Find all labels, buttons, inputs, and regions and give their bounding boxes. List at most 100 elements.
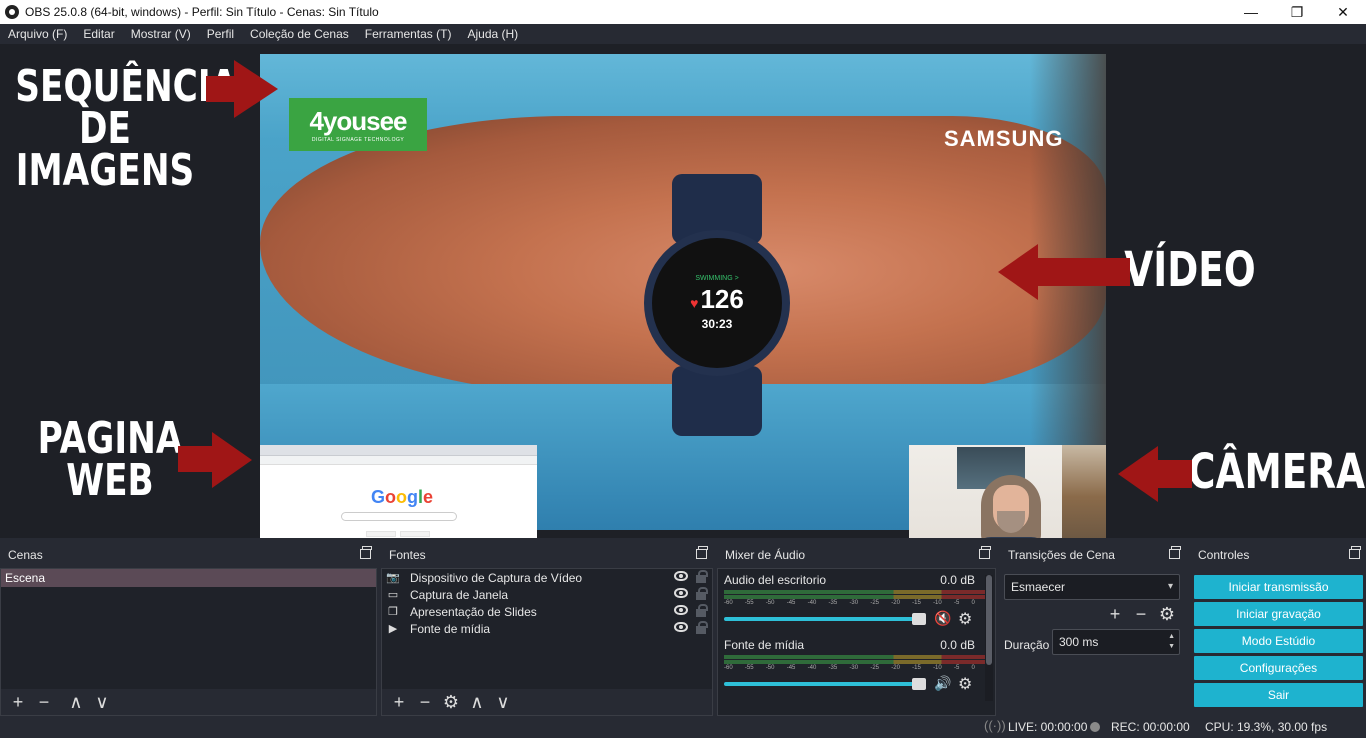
close-icon[interactable]: ✕ [1320,0,1366,24]
start-streaming-button[interactable]: Iniciar transmissão [1194,575,1363,599]
menu-mostrar[interactable]: Mostrar (V) [131,27,191,41]
controls-dock: Controles Iniciar transmissão Iniciar gr… [1190,542,1366,716]
slides-icon: ❐ [388,606,398,618]
menu-perfil[interactable]: Perfil [207,27,234,41]
smartwatch: SWIMMING > ♥126 30:23 [644,230,790,376]
channel-db: 0.0 dB [940,638,975,652]
mixer-title: Mixer de Áudio [725,548,806,562]
speaker-icon[interactable]: 🔊 [934,675,951,692]
menu-bar: Arquivo (F) Editar Mostrar (V) Perfil Co… [0,24,1366,44]
exit-button[interactable]: Sair [1194,683,1363,707]
remove-scene-icon[interactable]: − [31,692,57,713]
window-title: OBS 25.0.8 (64-bit, windows) - Perfil: S… [25,5,379,19]
sources-dock: Fontes 📷 Dispositivo de Captura de Vídeo… [381,542,713,716]
remove-source-icon[interactable]: − [412,692,438,713]
channel-db: 0.0 dB [940,573,975,587]
channel-name: Audio del escritorio [724,573,827,587]
menu-colecao-cenas[interactable]: Coleção de Cenas [250,27,349,41]
menu-arquivo[interactable]: Arquivo (F) [8,27,67,41]
status-bar: ((·)) LIVE: 00:00:00 REC: 00:00:00 CPU: … [0,716,1366,738]
duration-label: Duração [1004,638,1050,652]
annotation-images: SEQUÊNCIA DE IMAGENS [15,61,238,196]
cpu-status: CPU: 19.3%, 30.00 fps [1205,720,1328,734]
source-item[interactable]: ❐ Apresentação de Slides [382,603,712,620]
watch-heartrate: 126 [700,284,744,314]
google-search-box [341,512,457,521]
camera-icon: 📷 [386,572,400,584]
add-transition-icon[interactable]: + [1102,604,1128,625]
source-settings-gear-icon[interactable]: ⚙ [438,692,464,713]
duration-spinbox[interactable]: 300 ms ▲ ▼ [1052,629,1180,655]
transitions-title: Transições de Cena [1008,548,1115,562]
window-controls: — ❐ ✕ [1228,0,1366,24]
spin-arrows-icon[interactable]: ▲ ▼ [1168,632,1175,652]
volume-slider[interactable] [724,678,926,690]
sources-title: Fontes [389,548,426,562]
mixer-channel: Fonte de mídia 0.0 dB -60 -55 -50 -45 -40 -35-… [718,634,995,699]
title-bar: OBS 25.0.8 (64-bit, windows) - Perfil: S… [0,0,1366,24]
4yousee-logo: 4yousee DIGITAL SIGNAGE TECHNOLOGY [289,98,427,151]
muted-speaker-icon[interactable]: 🔇 [934,610,951,627]
settings-button[interactable]: Configurações [1194,656,1363,680]
float-dock-icon[interactable] [1349,546,1361,559]
add-source-icon[interactable]: + [386,692,412,713]
record-dot-icon [1090,722,1100,732]
visibility-eye-icon[interactable] [674,605,688,615]
controls-title: Controles [1198,548,1250,562]
annotation-video: VÍDEO [1124,242,1256,298]
lock-icon[interactable] [696,570,708,583]
move-down-icon[interactable]: ∨ [89,692,115,713]
float-dock-icon[interactable] [1169,546,1181,559]
visibility-eye-icon[interactable] [674,622,688,632]
lock-icon[interactable] [696,604,708,617]
watch-time: 30:23 [701,317,733,331]
float-dock-icon[interactable] [360,546,372,559]
source-item[interactable]: ▶ Fonte de mídia [382,620,712,637]
scene-item[interactable]: Escena [1,569,376,587]
annotation-web: PAGINA WEB [37,413,183,506]
watch-activity: SWIMMING > [695,275,739,282]
volume-slider[interactable] [724,613,926,625]
menu-editar[interactable]: Editar [83,27,114,41]
mixer-scrollbar[interactable] [985,575,993,701]
samsung-logo: SAMSUNG [944,126,1064,151]
menu-ajuda[interactable]: Ajuda (H) [467,27,518,41]
transition-settings-gear-icon[interactable]: ⚙ [1154,604,1180,625]
rec-status: REC: 00:00:00 [1111,720,1190,734]
volume-meter: -60 -55 -50 -45 -40 -35 -30 -25 -20 -15 -10 -5 0 [724,590,989,606]
play-icon: ▶ [388,623,398,635]
transitions-dock: Transições de Cena Esmaecer + − ⚙ Duraçã… [1000,542,1186,716]
channel-settings-gear-icon[interactable]: ⚙ [958,609,972,629]
lock-icon[interactable] [696,621,708,634]
channel-name: Fonte de mídia [724,638,805,652]
source-item[interactable]: ▭ Captura de Janela [382,586,712,603]
visibility-eye-icon[interactable] [674,571,688,581]
lock-icon[interactable] [696,587,708,600]
live-status: LIVE: 00:00:00 [1008,720,1088,734]
scenes-dock: Cenas Escena + − ∧ ∨ [0,542,377,716]
move-up-icon[interactable]: ∧ [63,692,89,713]
mixer-channel: Audio del escritorio 0.0 dB -60 -55 -50 -45-… [718,569,995,634]
float-dock-icon[interactable] [696,546,708,559]
broadcast-icon: ((·)) [984,718,1006,733]
obs-logo-icon [5,5,19,19]
maximize-icon[interactable]: ❐ [1274,0,1320,24]
minimize-icon[interactable]: — [1228,0,1274,24]
start-recording-button[interactable]: Iniciar gravação [1194,602,1363,626]
bottom-docks: Cenas Escena + − ∧ ∨ Fontes 📷 Dispositiv… [0,538,1366,716]
annotation-camera: CÂMERA [1188,444,1366,500]
studio-mode-button[interactable]: Modo Estúdio [1194,629,1363,653]
scenes-toolbar: + − ∧ ∨ [1,689,376,715]
transition-select[interactable]: Esmaecer [1004,574,1180,600]
audio-mixer-dock: Mixer de Áudio Audio del escritorio 0.0 d… [717,542,996,716]
move-down-icon[interactable]: ∨ [490,692,516,713]
channel-settings-gear-icon[interactable]: ⚙ [958,674,972,694]
add-scene-icon[interactable]: + [5,692,31,713]
source-item[interactable]: 📷 Dispositivo de Captura de Vídeo [382,569,712,586]
menu-ferramentas[interactable]: Ferramentas (T) [365,27,452,41]
remove-transition-icon[interactable]: − [1128,604,1154,625]
scenes-title: Cenas [8,548,43,562]
move-up-icon[interactable]: ∧ [464,692,490,713]
float-dock-icon[interactable] [979,546,991,559]
visibility-eye-icon[interactable] [674,588,688,598]
